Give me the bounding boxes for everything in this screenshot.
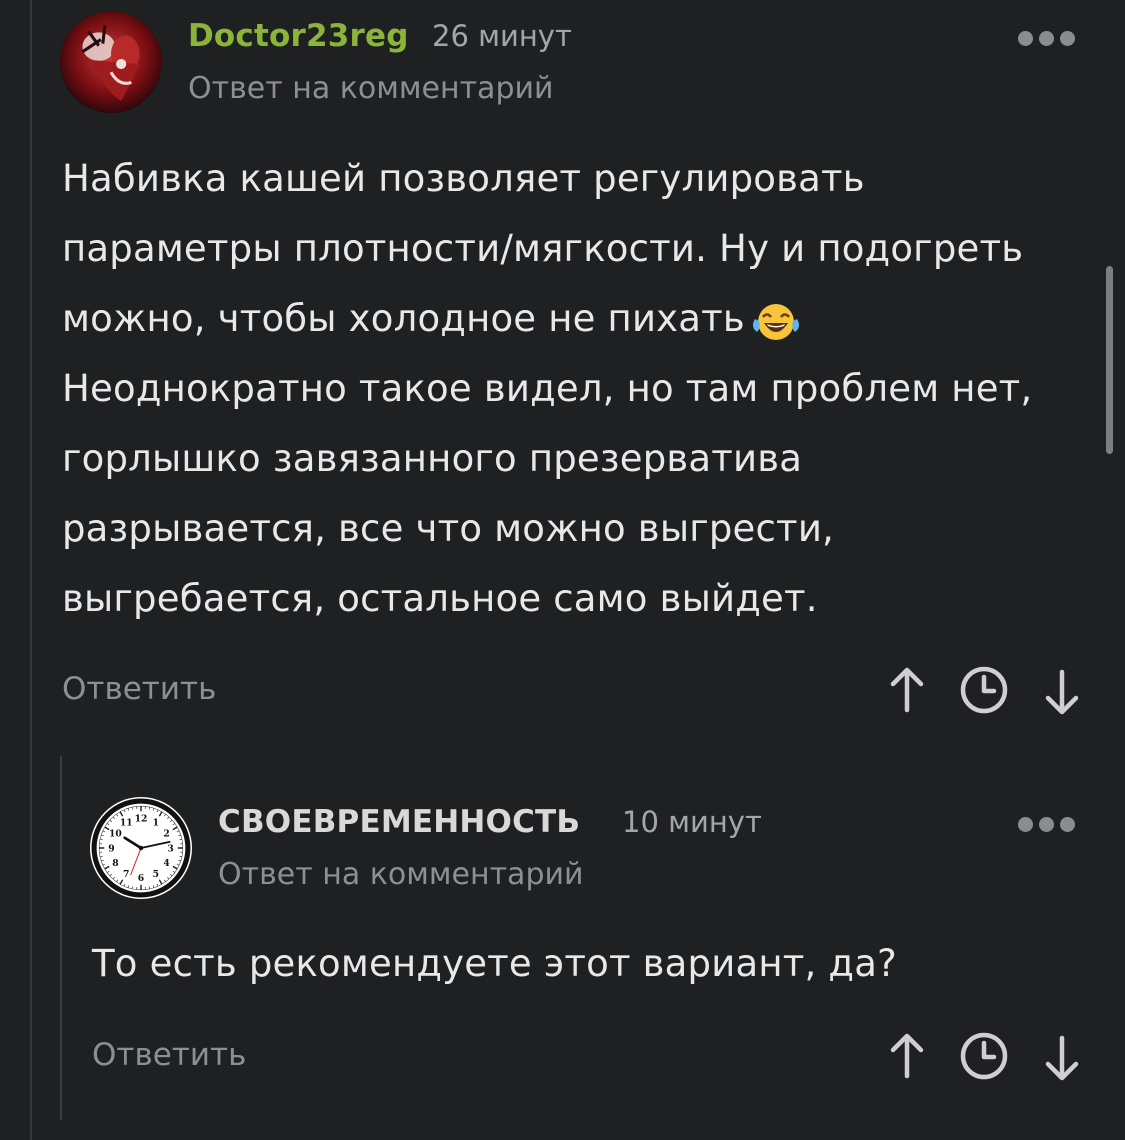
author-name[interactable]: СВОЕВРЕМЕННОСТЬ [218, 804, 580, 840]
comment-line: Набивка кашей позволяет регулировать [62, 157, 865, 200]
scrollbar[interactable] [1106, 266, 1113, 454]
clock-numeral: 4 [163, 858, 169, 869]
comment-line: Неоднократно такое видел, но там проблем… [62, 367, 1033, 410]
clock-icon[interactable] [958, 1030, 1010, 1082]
clock-numeral: 12 [135, 814, 148, 825]
comment-line: выгребается, остальное само выйдет. [62, 577, 818, 620]
clock-numeral: 2 [163, 828, 169, 839]
clock-numeral: 5 [153, 869, 159, 880]
reply-button[interactable]: Ответить [92, 1037, 246, 1073]
clock-numeral: 7 [123, 869, 129, 880]
comment-line-text: можно, чтобы холодное не пихать [62, 297, 745, 340]
more-dots-icon[interactable] [1018, 31, 1075, 46]
clock-numeral: 1 [153, 818, 159, 829]
comments-page: Doctor23reg 26 минут Ответ на комментари… [0, 0, 1125, 1140]
avatar[interactable] [60, 11, 162, 113]
avatar[interactable]: 12 1 2 3 4 5 6 7 8 9 10 11 [90, 797, 192, 899]
thread-line[interactable] [30, 0, 32, 1140]
clock-numeral: 3 [167, 843, 173, 854]
comment-line: параметры плотности/мягкости. Ну и подог… [62, 227, 1024, 270]
clock-numeral: 9 [108, 843, 114, 854]
comment-line: То есть рекомендуете этот вариант, да? [92, 942, 897, 985]
arrow-up-icon[interactable] [887, 1032, 927, 1080]
author-name[interactable]: Doctor23reg [188, 18, 409, 54]
reply-button[interactable]: Ответить [62, 671, 216, 707]
comment-time: 10 минут [622, 805, 762, 839]
comment-line: разрывается, все что можно выгрести, [62, 507, 835, 550]
arrow-down-icon[interactable] [1042, 1034, 1082, 1082]
arrow-down-icon[interactable] [1042, 668, 1082, 716]
comment-body: Набивка кашей позволяет регулировать пар… [62, 144, 1082, 634]
arrow-up-icon[interactable] [887, 666, 927, 714]
clock-numeral: 11 [120, 818, 133, 829]
face-with-tears-of-joy-icon [751, 296, 801, 340]
reply-thread-line[interactable] [60, 756, 62, 1120]
reply-to-link[interactable]: Ответ на комментарий [188, 71, 553, 106]
comment-time: 26 минут [432, 19, 572, 53]
comment-line: горлышко завязанного презерватива [62, 437, 803, 480]
more-dots-icon[interactable] [1018, 817, 1075, 832]
clock-numeral: 6 [138, 873, 144, 884]
reply-to-link[interactable]: Ответ на комментарий [218, 857, 583, 892]
comment-body: То есть рекомендуете этот вариант, да? [92, 929, 1082, 999]
clock-numeral: 10 [109, 828, 122, 839]
clock-numeral: 8 [112, 858, 118, 869]
clock-icon[interactable] [958, 664, 1010, 716]
comment-line: можно, чтобы холодное не пихать [62, 284, 1082, 354]
